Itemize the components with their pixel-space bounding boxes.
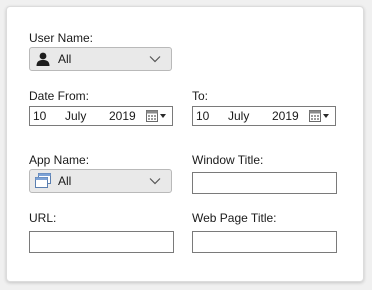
date-to-month[interactable]: July [228,109,249,123]
date-from-picker[interactable]: 10 July 2019 [29,106,173,126]
date-to-year[interactable]: 2019 [272,109,299,123]
user-name-value: All [58,52,72,66]
date-from-day[interactable]: 10 [33,109,46,123]
web-page-title-input[interactable] [192,231,337,253]
chevron-down-icon[interactable] [147,51,163,67]
window-title-label: Window Title: [192,153,264,167]
calendar-icon[interactable] [146,109,168,123]
user-name-dropdown[interactable]: All [29,47,172,71]
chevron-down-icon[interactable] [147,173,163,189]
date-from-month[interactable]: July [65,109,86,123]
calendar-icon[interactable] [309,109,331,123]
app-name-value: All [58,174,72,188]
window-icon [34,172,52,190]
user-icon [34,50,52,68]
date-from-year[interactable]: 2019 [109,109,136,123]
window-title-input[interactable] [192,172,337,194]
web-page-title-label: Web Page Title: [192,211,277,225]
user-name-label: User Name: [29,31,94,45]
date-from-label: Date From: [29,89,90,103]
date-to-day[interactable]: 10 [196,109,209,123]
date-to-label: To: [192,89,209,103]
app-name-dropdown[interactable]: All [29,169,172,193]
app-name-label: App Name: [29,153,90,167]
date-to-picker[interactable]: 10 July 2019 [192,106,336,126]
url-input[interactable] [29,231,174,253]
url-label: URL: [29,211,57,225]
